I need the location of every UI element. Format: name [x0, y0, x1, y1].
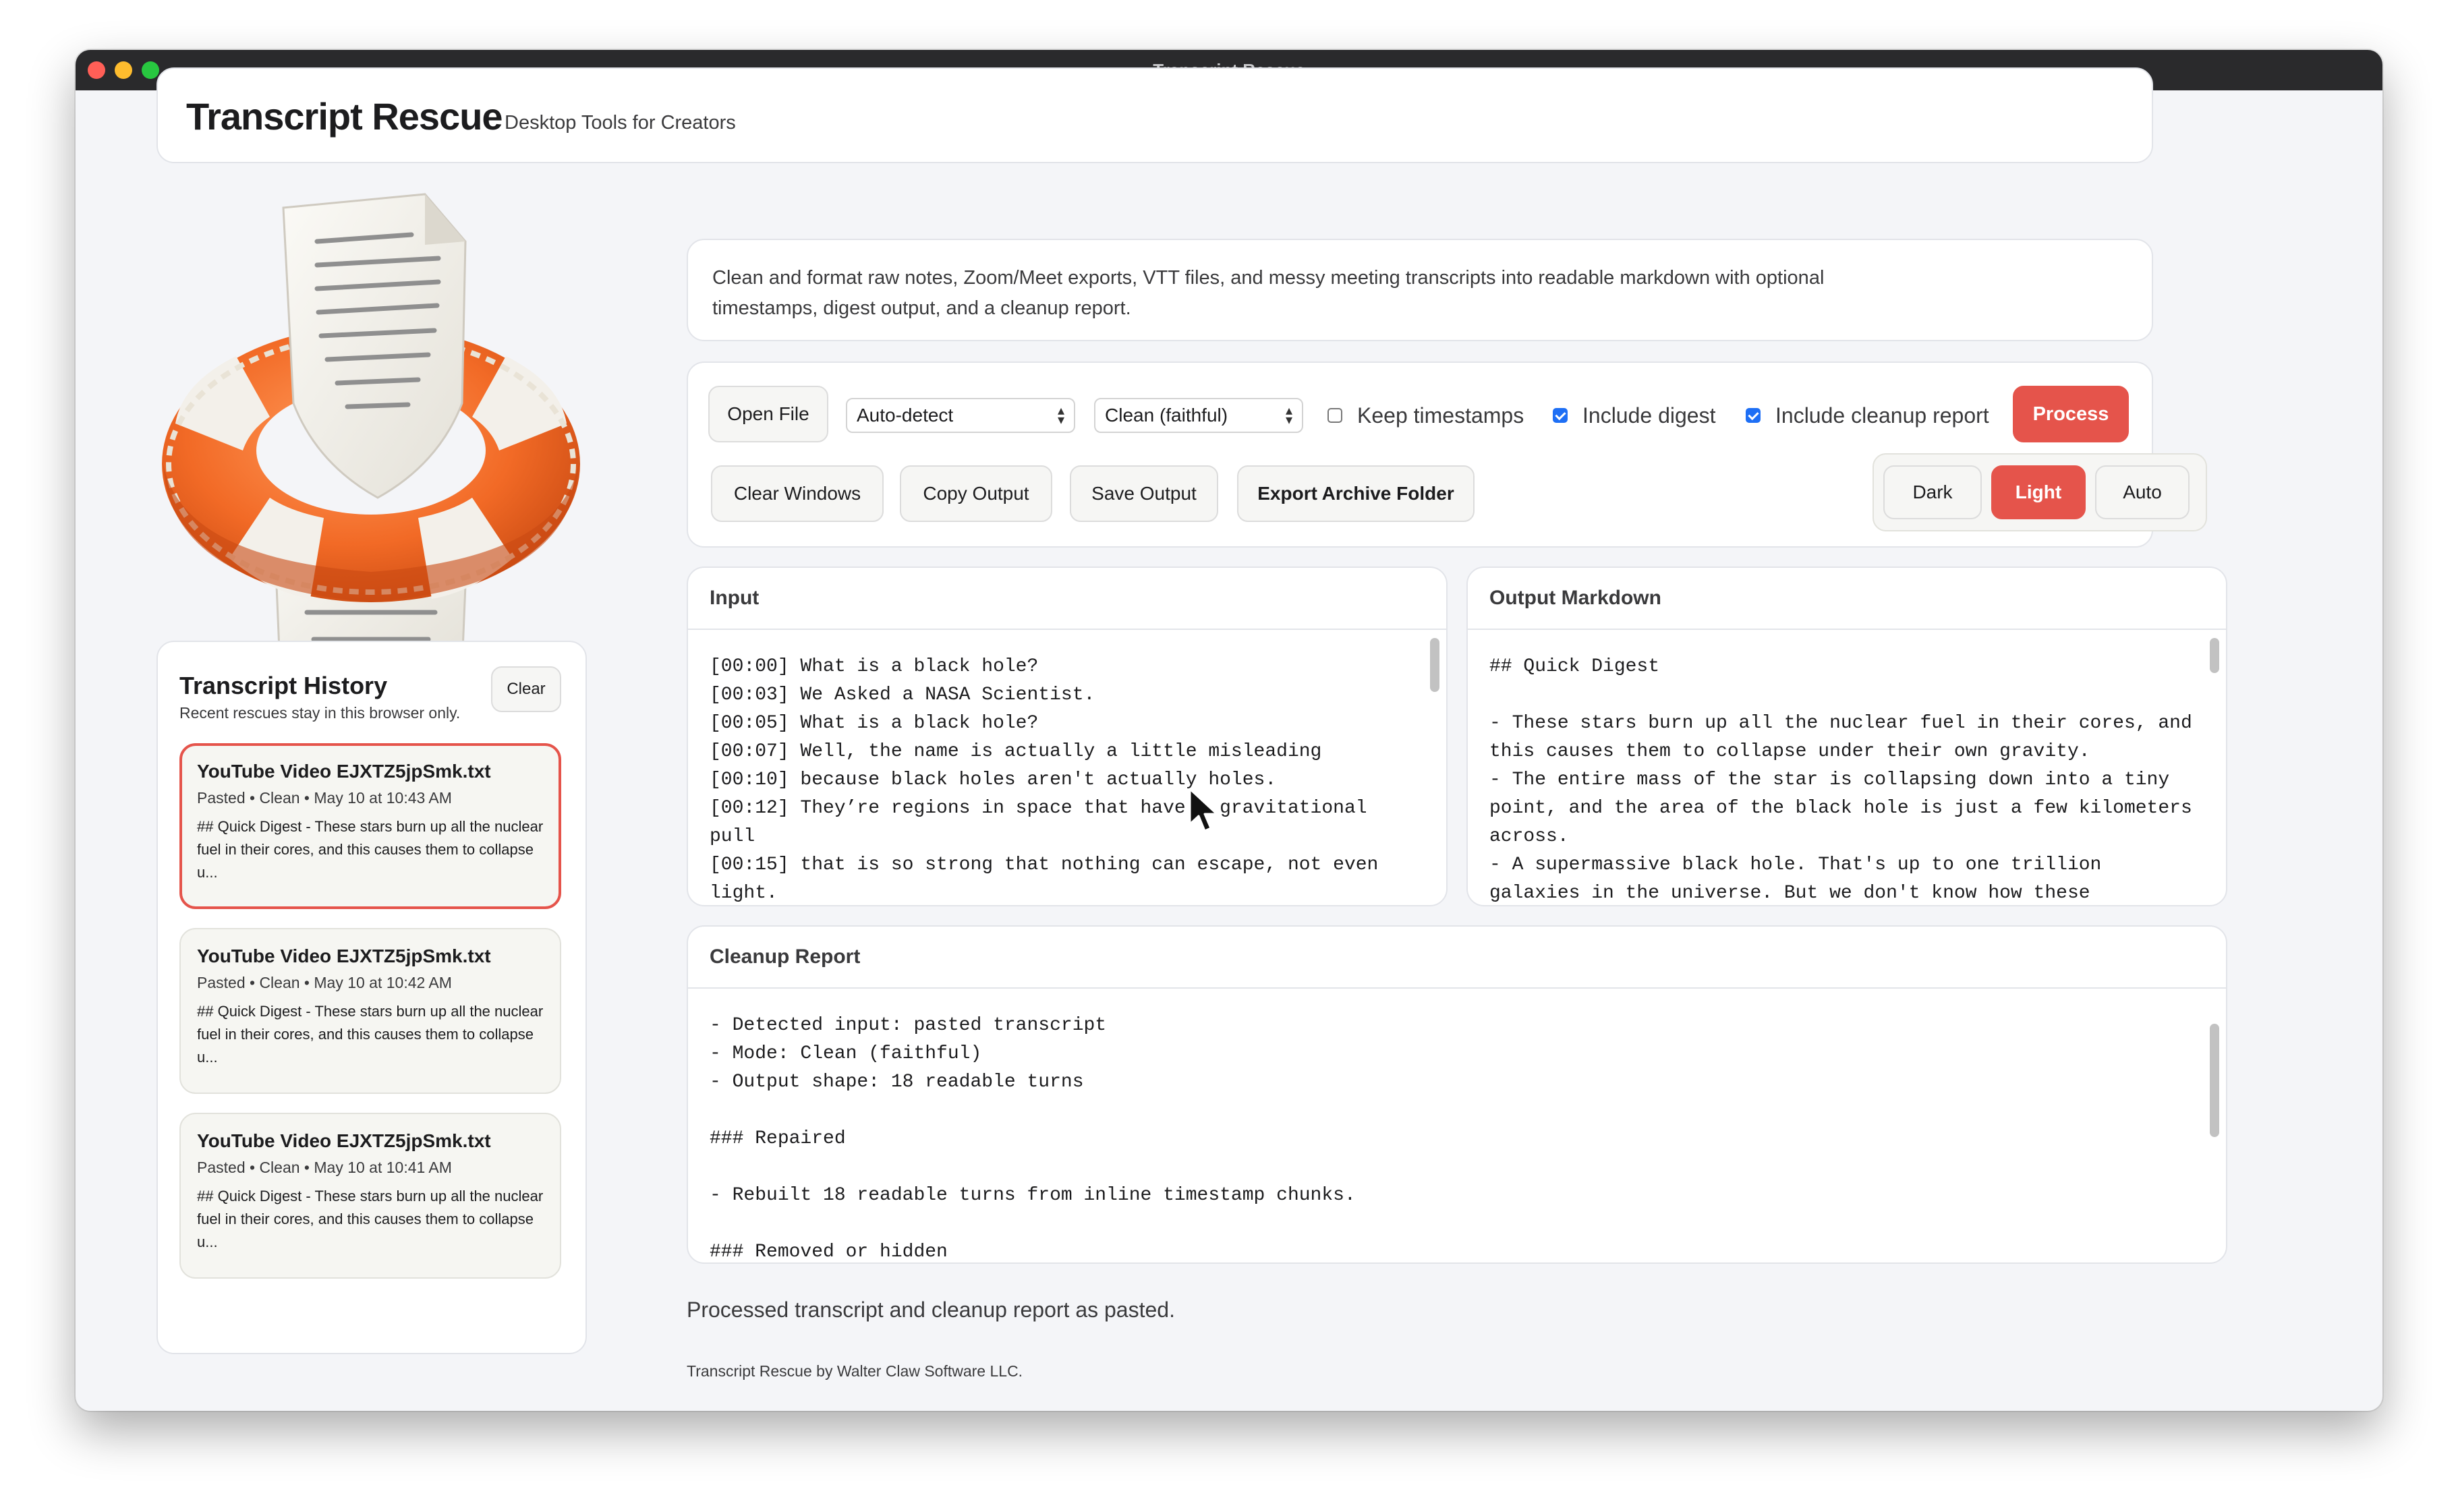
- save-output-button[interactable]: Save Output: [1070, 465, 1218, 522]
- app-subtitle: Desktop Tools for Creators: [505, 112, 736, 134]
- minimize-window-button[interactable]: [115, 61, 132, 79]
- toolbar-card: Open File Auto-detect ▴ ▾ Clean (faithful…: [687, 361, 2207, 548]
- mode-select[interactable]: Clean (faithful) ▴ ▾: [1094, 398, 1303, 433]
- cleanup-report-textarea[interactable]: - Detected input: pasted transcript - Mo…: [688, 989, 2226, 1262]
- format-select-value: Auto-detect: [857, 405, 954, 426]
- header-card: Transcript Rescue Desktop Tools for Crea…: [156, 67, 2153, 163]
- input-text: [00:00] What is a black hole? [00:03] We…: [710, 656, 1379, 904]
- chevron-up-down-icon: ▴ ▾: [1057, 403, 1064, 428]
- output-scrollbar[interactable]: [2210, 638, 2219, 673]
- history-item-name: YouTube Video EJXTZ5jpSmk.txt: [197, 761, 491, 782]
- output-panel: Output Markdown ## Quick Digest - These …: [1466, 566, 2227, 906]
- input-textarea[interactable]: [00:00] What is a black hole? [00:03] We…: [688, 630, 1446, 905]
- include-digest-label: Include digest: [1582, 403, 1716, 428]
- chevron-up-down-icon: ▴ ▾: [1285, 403, 1292, 428]
- clear-history-button[interactable]: Clear: [491, 666, 561, 712]
- input-panel: Input [00:00] What is a black hole? [00:…: [687, 566, 1448, 906]
- include-digest-checkbox[interactable]: Include digest: [1553, 398, 1715, 433]
- history-item-meta: Pasted • Clean • May 10 at 10:43 AM: [197, 789, 452, 807]
- cleanup-report-text: - Detected input: pasted transcript - Mo…: [710, 1015, 1356, 1262]
- history-title: Transcript History: [179, 672, 388, 699]
- theme-switcher: Dark Light Auto: [1873, 453, 2207, 531]
- checkbox-unchecked-icon: [1327, 408, 1342, 423]
- description-card: Clean and format raw notes, Zoom/Meet ex…: [687, 239, 2153, 341]
- output-panel-title: Output Markdown: [1468, 568, 2226, 630]
- checkbox-checked-icon: [1553, 408, 1568, 423]
- output-textarea[interactable]: ## Quick Digest - These stars burn up al…: [1468, 630, 2226, 905]
- history-item-snippet: ## Quick Digest - These stars burn up al…: [197, 1003, 544, 1066]
- clear-windows-button[interactable]: Clear Windows: [711, 465, 884, 522]
- app-description: Clean and format raw notes, Zoom/Meet ex…: [712, 267, 1825, 319]
- history-subtitle: Recent rescues stay in this browser only…: [179, 704, 461, 722]
- theme-light-button[interactable]: Light: [1991, 465, 2086, 519]
- checkbox-checked-icon: [1746, 408, 1761, 423]
- cleanup-report-title: Cleanup Report: [688, 927, 2226, 989]
- theme-auto-button[interactable]: Auto: [2095, 465, 2190, 519]
- theme-dark-button[interactable]: Dark: [1883, 465, 1982, 519]
- history-item-name: YouTube Video EJXTZ5jpSmk.txt: [197, 946, 491, 966]
- history-item-meta: Pasted • Clean • May 10 at 10:41 AM: [197, 1159, 452, 1176]
- cleanup-report-scrollbar[interactable]: [2210, 1024, 2219, 1137]
- keep-timestamps-label: Keep timestamps: [1357, 403, 1524, 428]
- history-item[interactable]: YouTube Video EJXTZ5jpSmk.txt Pasted • C…: [179, 1113, 561, 1279]
- history-item[interactable]: YouTube Video EJXTZ5jpSmk.txt Pasted • C…: [179, 743, 561, 909]
- history-item-name: YouTube Video EJXTZ5jpSmk.txt: [197, 1130, 491, 1151]
- history-item[interactable]: YouTube Video EJXTZ5jpSmk.txt Pasted • C…: [179, 928, 561, 1094]
- mouse-pointer-icon: [1189, 788, 1218, 832]
- app-title: Transcript Rescue: [186, 95, 503, 138]
- format-select[interactable]: Auto-detect ▴ ▾: [846, 398, 1075, 433]
- copy-output-button[interactable]: Copy Output: [900, 465, 1052, 522]
- close-window-button[interactable]: [88, 61, 105, 79]
- window-controls: [88, 61, 159, 79]
- history-item-snippet: ## Quick Digest - These stars burn up al…: [197, 1188, 544, 1250]
- open-file-button[interactable]: Open File: [708, 386, 828, 442]
- cleanup-report-panel: Cleanup Report - Detected input: pasted …: [687, 925, 2227, 1264]
- include-cleanup-report-checkbox[interactable]: Include cleanup report: [1746, 398, 1989, 433]
- history-item-snippet: ## Quick Digest - These stars burn up al…: [197, 818, 544, 881]
- footer-credit: Transcript Rescue by Walter Claw Softwar…: [687, 1362, 1023, 1380]
- input-panel-title: Input: [688, 568, 1446, 630]
- export-archive-folder-button[interactable]: Export Archive Folder: [1237, 465, 1475, 522]
- mode-select-value: Clean (faithful): [1105, 405, 1228, 426]
- output-text: ## Quick Digest - These stars burn up al…: [1489, 656, 2192, 904]
- keep-timestamps-checkbox[interactable]: Keep timestamps: [1327, 398, 1524, 433]
- transcript-history-panel: Transcript History Recent rescues stay i…: [156, 641, 587, 1354]
- zoom-window-button[interactable]: [142, 61, 159, 79]
- status-message: Processed transcript and cleanup report …: [687, 1298, 1175, 1322]
- life-ring-document-icon: [162, 193, 580, 674]
- process-button[interactable]: Process: [2013, 386, 2129, 442]
- history-item-meta: Pasted • Clean • May 10 at 10:42 AM: [197, 974, 452, 991]
- input-scrollbar[interactable]: [1430, 638, 1439, 692]
- include-cleanup-report-label: Include cleanup report: [1775, 403, 1989, 428]
